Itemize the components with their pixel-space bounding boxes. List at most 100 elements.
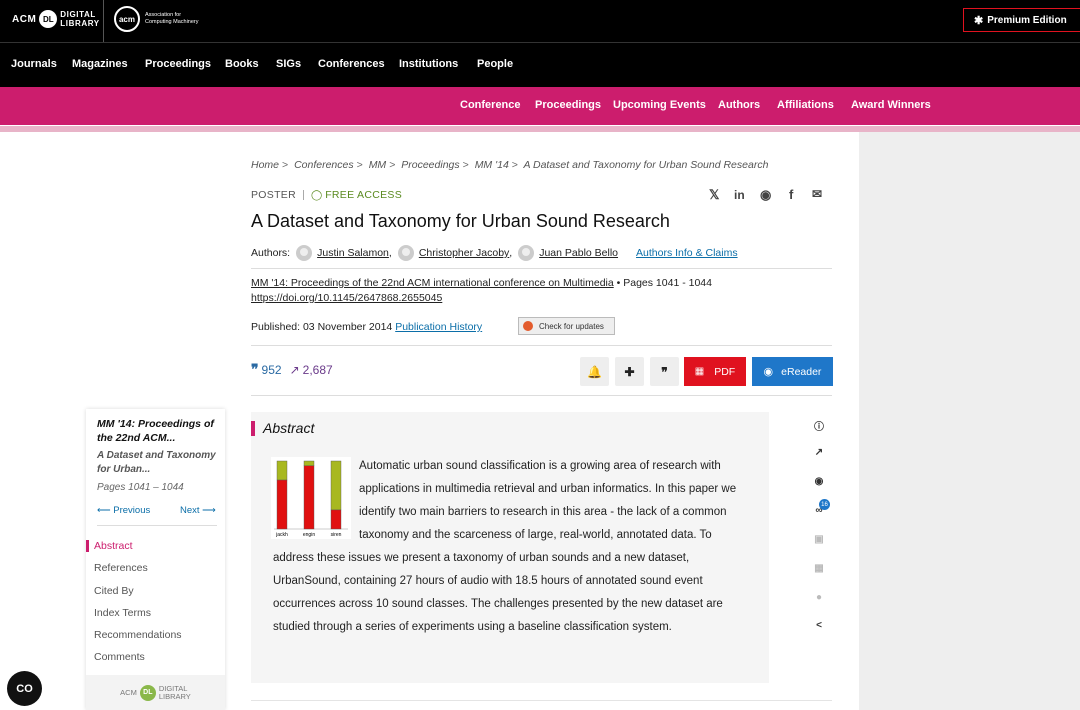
sidebar-item-recommendations[interactable]: Recommendations (94, 629, 182, 641)
eye-icon[interactable]: ◉ (806, 476, 832, 487)
media-icon[interactable]: ● (806, 592, 832, 603)
right-panel (859, 132, 1080, 710)
figure-label: siren (331, 532, 342, 538)
breadcrumb-proceedings[interactable]: Proceedings (401, 159, 459, 171)
nav-sigs[interactable]: SIGs (276, 58, 301, 70)
premium-edition-button[interactable]: ✱ Premium Edition (963, 8, 1080, 32)
citation-count[interactable]: 952 (262, 363, 282, 377)
nav-institutions[interactable]: Institutions (399, 58, 458, 70)
download-count[interactable]: 2,687 (303, 363, 333, 377)
avatar (397, 245, 414, 261)
next-article-link[interactable]: Next ⟶ (180, 505, 216, 516)
breadcrumb-mm14[interactable]: MM '14 (475, 159, 509, 171)
figure-bar-green (276, 460, 288, 481)
nav-people[interactable]: People (477, 58, 513, 70)
sidebar-item-comments[interactable]: Comments (94, 651, 145, 663)
quote-icon: ❞ (251, 361, 259, 377)
avatar (296, 245, 313, 261)
publication-history-link[interactable]: Publication History (395, 321, 482, 333)
confnav-conference[interactable]: Conference (460, 99, 521, 111)
x-icon[interactable]: 𝕏 (709, 187, 719, 203)
doi-link[interactable]: https://doi.org/10.1145/2647868.2655045 (251, 292, 442, 304)
acm-association-logo[interactable]: acm Association for Computing Machinery (114, 6, 199, 32)
proceedings-link[interactable]: MM '14: Proceedings of the 22nd ACM inte… (251, 277, 614, 289)
nav-proceedings[interactable]: Proceedings (145, 58, 211, 70)
dl-logo-icon: DL (39, 10, 58, 28)
breadcrumb-mm[interactable]: MM (369, 159, 387, 171)
breadcrumb: Home > Conferences > MM > Proceedings > MM '… (251, 159, 769, 171)
abstract-heading: Abstract (251, 420, 314, 436)
author-link[interactable]: Juan Pablo Bello (539, 247, 618, 259)
table-icon[interactable]: ▦ (806, 563, 832, 574)
avatar (518, 245, 535, 261)
confnav-affiliations[interactable]: Affiliations (777, 99, 834, 111)
published-date: 03 November 2014 (302, 321, 393, 333)
nav-journals[interactable]: Journals (11, 58, 57, 70)
top-bar: ACM DL DIGITAL LIBRARY acm Association fo… (0, 0, 1080, 42)
acm-dl-logo[interactable]: ACM DL DIGITAL LIBRARY (12, 10, 100, 28)
bell-icon: 🔔 (587, 364, 602, 379)
divider (251, 395, 832, 396)
confnav-authors[interactable]: Authors (718, 99, 760, 111)
article-sidebar: MM '14: Proceedings of the 22nd ACM... A… (86, 409, 225, 710)
sidebar-item-cited-by[interactable]: Cited By (94, 585, 134, 597)
main-nav: Journals Magazines Proceedings Books SIG… (0, 42, 1080, 87)
cookie-icon: CO (16, 682, 33, 695)
author-link[interactable]: Christopher Jacoby (419, 247, 509, 259)
confnav-award-winners[interactable]: Award Winners (851, 99, 931, 111)
add-to-binder-button[interactable]: ✚ (615, 357, 644, 386)
figure-label: engin (303, 532, 315, 538)
logo-divider (103, 0, 104, 42)
trend-icon: ↗ (289, 362, 300, 377)
figure-label: jackh (275, 532, 288, 538)
sidebar-proceedings-title[interactable]: MM '14: Proceedings of the 22nd ACM... (97, 417, 217, 445)
crossmark-icon (523, 321, 533, 331)
pdf-icon: ▦ (694, 366, 705, 377)
sidebar-article-title: A Dataset and Taxonomy for Urban... (97, 450, 216, 475)
metrics-row: ❞ 952 ↗ 2,687 (251, 361, 333, 378)
abstract-figure: jackh engin siren (271, 457, 351, 539)
check-for-updates-button[interactable]: Check for updates (518, 317, 615, 335)
figure-bar-green (303, 460, 315, 466)
confnav-proceedings[interactable]: Proceedings (535, 99, 601, 111)
published-row: Published: 03 November 2014 Publication … (251, 321, 483, 333)
sidebar-item-abstract[interactable]: Abstract (86, 540, 133, 552)
linkedin-icon[interactable]: in (734, 188, 745, 202)
cookie-preferences-button[interactable]: CO (7, 671, 42, 706)
free-access-badge: FREE ACCESS (325, 189, 403, 201)
ereader-icon: ◉ (763, 366, 774, 378)
confnav-upcoming-events[interactable]: Upcoming Events (613, 99, 706, 111)
alert-button[interactable]: 🔔 (580, 357, 609, 386)
author-link[interactable]: Justin Salamon (317, 247, 389, 259)
breadcrumb-home[interactable]: Home (251, 159, 279, 171)
abstract-section: Abstract Automatic urban sound classific… (251, 412, 769, 683)
share-icon[interactable]: < (806, 620, 832, 631)
gear-icon: ✱ (974, 14, 984, 27)
unlock-icon: ◯ (310, 189, 323, 201)
article-type: POSTER (251, 189, 296, 201)
previous-article-link[interactable]: ⟵ Previous (97, 505, 150, 516)
nav-conferences[interactable]: Conferences (318, 58, 385, 70)
article-title: A Dataset and Taxonomy for Urban Sound R… (251, 211, 670, 231)
image-icon[interactable]: ▣ (806, 534, 832, 545)
nav-magazines[interactable]: Magazines (72, 58, 128, 70)
info-icon[interactable]: ⓘ (806, 418, 832, 433)
ereader-button[interactable]: ◉ eReader (752, 357, 833, 386)
pdf-button[interactable]: ▦ PDF (684, 357, 746, 386)
nav-books[interactable]: Books (225, 58, 259, 70)
reddit-icon[interactable]: ◉ (760, 187, 771, 203)
authors-label: Authors: (251, 247, 291, 259)
references-count-badge: 16 (819, 499, 830, 510)
sidebar-item-references[interactable]: References (94, 562, 148, 574)
facebook-icon[interactable]: f (789, 187, 793, 202)
arrow-right-icon: ⟶ (199, 505, 216, 516)
article-tools: ⓘ ↗ ◉ ∞ 16 ▣ ▦ ● < (806, 410, 832, 636)
metrics-icon[interactable]: ↗ (806, 447, 832, 458)
authors-info-link[interactable]: Authors Info & Claims (636, 247, 738, 259)
article-type-row: POSTER ◯ FREE ACCESS (251, 189, 402, 201)
breadcrumb-conferences[interactable]: Conferences (294, 159, 354, 171)
proceedings-info: MM '14: Proceedings of the 22nd ACM inte… (251, 277, 712, 304)
email-icon[interactable]: ✉ (812, 187, 822, 201)
cite-button[interactable]: ❞ (650, 357, 679, 386)
sidebar-item-index-terms[interactable]: Index Terms (94, 607, 151, 619)
